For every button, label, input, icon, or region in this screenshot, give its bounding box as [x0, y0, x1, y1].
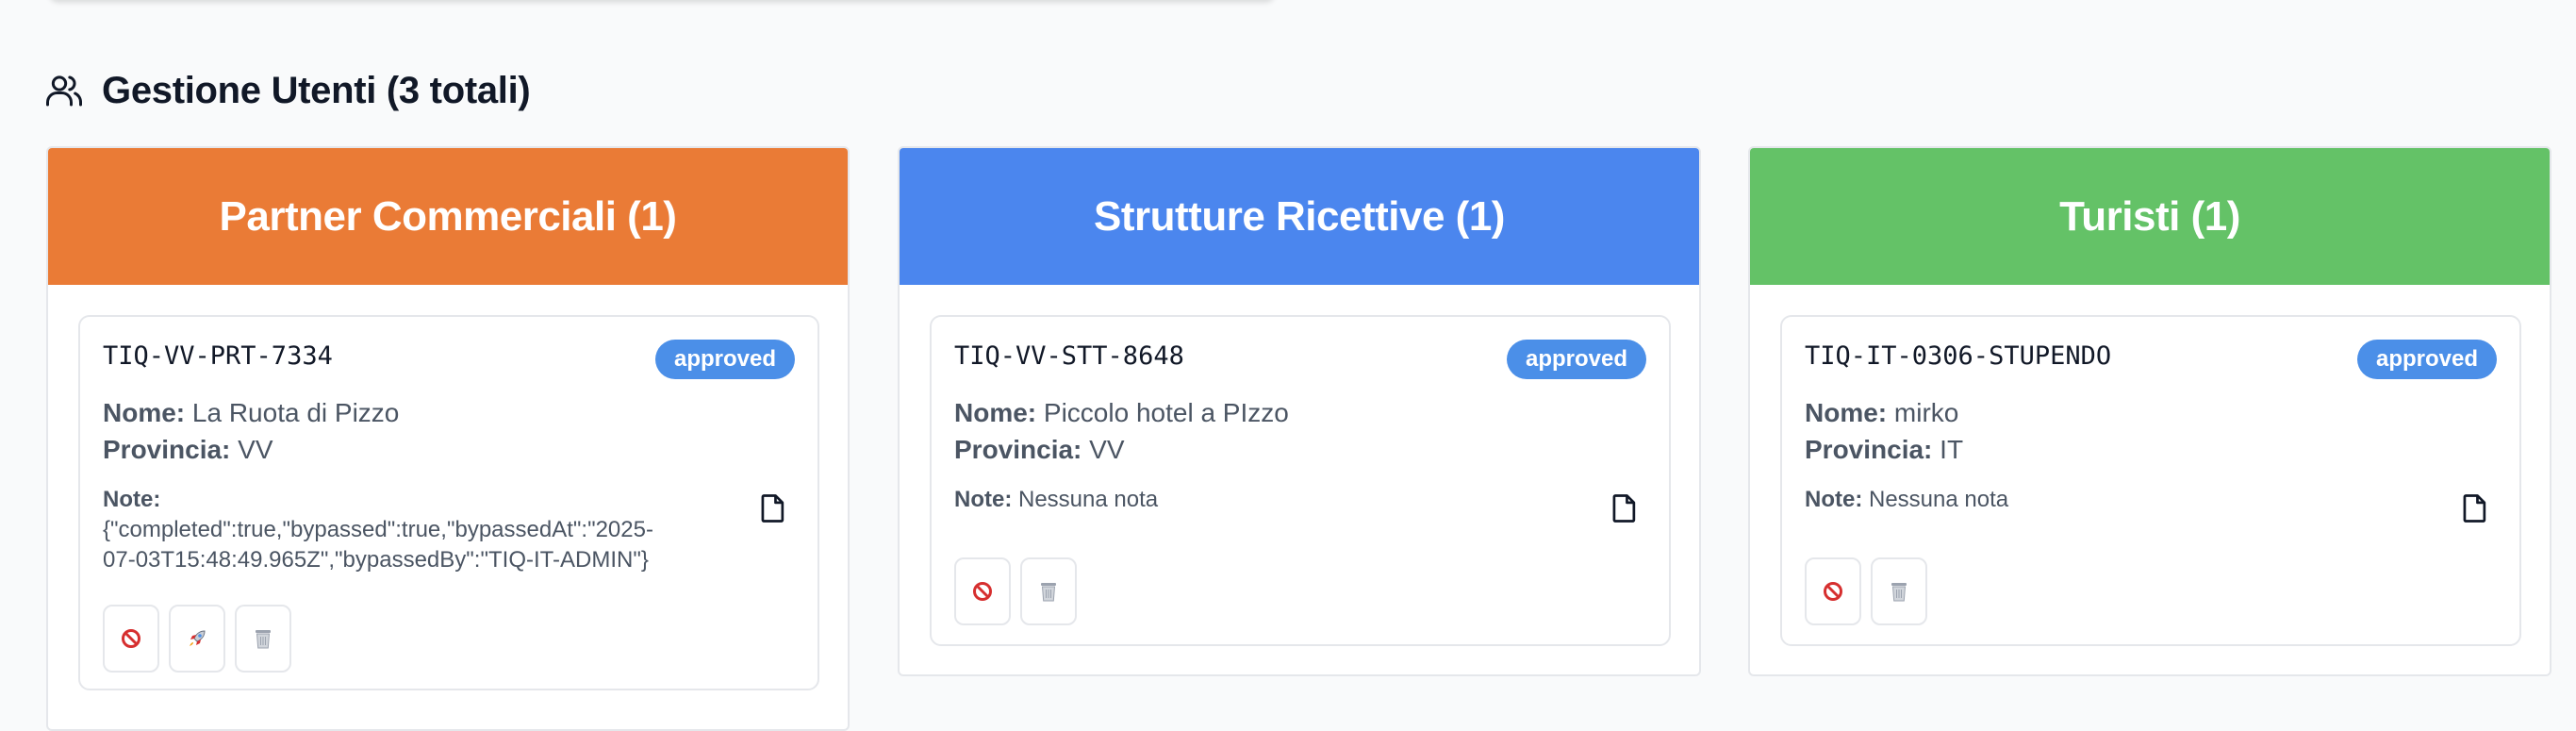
users-icon: [45, 72, 83, 109]
province-label: Provincia:: [103, 435, 231, 464]
block-icon: [1823, 581, 1843, 602]
name-label: Nome:: [954, 398, 1037, 427]
province-value: VV: [1089, 435, 1125, 464]
user-id: TIQ-VV-STT-8648: [954, 341, 1184, 371]
note-label: Note:: [954, 487, 1013, 512]
action-buttons: [954, 557, 1077, 625]
column-turisti: Turisti (1) TIQ-IT-0306-STUPENDO approve…: [1748, 146, 2551, 676]
column-header: Turisti (1): [1750, 148, 2550, 285]
note-block: Note: Nessuna nota: [1805, 485, 2427, 515]
section-header: Gestione Utenti (3 totali): [45, 62, 531, 119]
trash-icon: [1038, 580, 1059, 603]
note-line: 07-03T15:48:49.965Z","bypassedBy":"TIQ-I…: [103, 547, 649, 573]
name-value: La Ruota di Pizzo: [191, 398, 400, 427]
province-field: Provincia: IT: [1805, 435, 1963, 465]
note-line: {"completed":true,"bypassed":true,"bypas…: [103, 517, 653, 542]
document-icon[interactable]: [757, 492, 789, 524]
trash-icon: [1889, 580, 1909, 603]
delete-button[interactable]: [1020, 557, 1077, 625]
name-label: Nome:: [1805, 398, 1888, 427]
column-header: Strutture Ricettive (1): [900, 148, 1699, 285]
user-card: TIQ-VV-STT-8648 approved Nome: Piccolo h…: [930, 315, 1671, 646]
note-block: Note: Nessuna nota: [954, 485, 1577, 515]
user-id: TIQ-IT-0306-STUPENDO: [1805, 341, 2112, 371]
name-value: Piccolo hotel a PIzzo: [1043, 398, 1289, 427]
status-badge: approved: [654, 340, 795, 379]
document-icon[interactable]: [1609, 492, 1641, 524]
user-card: TIQ-IT-0306-STUPENDO approved Nome: mirk…: [1780, 315, 2521, 646]
note-label: Note:: [1805, 487, 1863, 512]
rocket-icon: [186, 627, 208, 650]
province-value: IT: [1940, 435, 1964, 464]
name-field: Nome: Piccolo hotel a PIzzo: [954, 398, 1289, 428]
user-card: TIQ-VV-PRT-7334 approved Nome: La Ruota …: [78, 315, 819, 690]
province-field: Provincia: VV: [954, 435, 1125, 465]
name-label: Nome:: [103, 398, 186, 427]
column-header: Partner Commerciali (1): [48, 148, 848, 285]
status-badge: approved: [2356, 340, 2497, 379]
name-field: Nome: mirko: [1805, 398, 1958, 428]
rocket-button[interactable]: [169, 605, 225, 673]
user-id: TIQ-VV-PRT-7334: [103, 341, 333, 371]
note-label: Note:: [103, 487, 161, 512]
column-partner-commerciali: Partner Commerciali (1) TIQ-VV-PRT-7334 …: [46, 146, 850, 731]
delete-button[interactable]: [235, 605, 291, 673]
province-label: Provincia:: [954, 435, 1082, 464]
province-label: Provincia:: [1805, 435, 1933, 464]
action-buttons: [103, 605, 291, 673]
trash-icon: [253, 627, 273, 650]
note-value: Nessuna nota: [1869, 487, 2009, 512]
block-icon: [121, 628, 141, 649]
name-field: Nome: La Ruota di Pizzo: [103, 398, 399, 428]
province-value: VV: [238, 435, 273, 464]
name-value: mirko: [1893, 398, 1959, 427]
block-button[interactable]: [103, 605, 159, 673]
action-buttons: [1805, 557, 1927, 625]
block-icon: [972, 581, 993, 602]
note-value: Nessuna nota: [1018, 487, 1159, 512]
province-field: Provincia: VV: [103, 435, 273, 465]
section-title: Gestione Utenti (3 totali): [102, 69, 531, 111]
document-icon[interactable]: [2459, 492, 2491, 524]
column-strutture-ricettive: Strutture Ricettive (1) TIQ-VV-STT-8648 …: [898, 146, 1701, 676]
block-button[interactable]: [1805, 557, 1861, 625]
delete-button[interactable]: [1871, 557, 1927, 625]
block-button[interactable]: [954, 557, 1011, 625]
status-badge: approved: [1506, 340, 1646, 379]
note-block: Note: {"completed":true,"bypassed":true,…: [103, 485, 725, 575]
